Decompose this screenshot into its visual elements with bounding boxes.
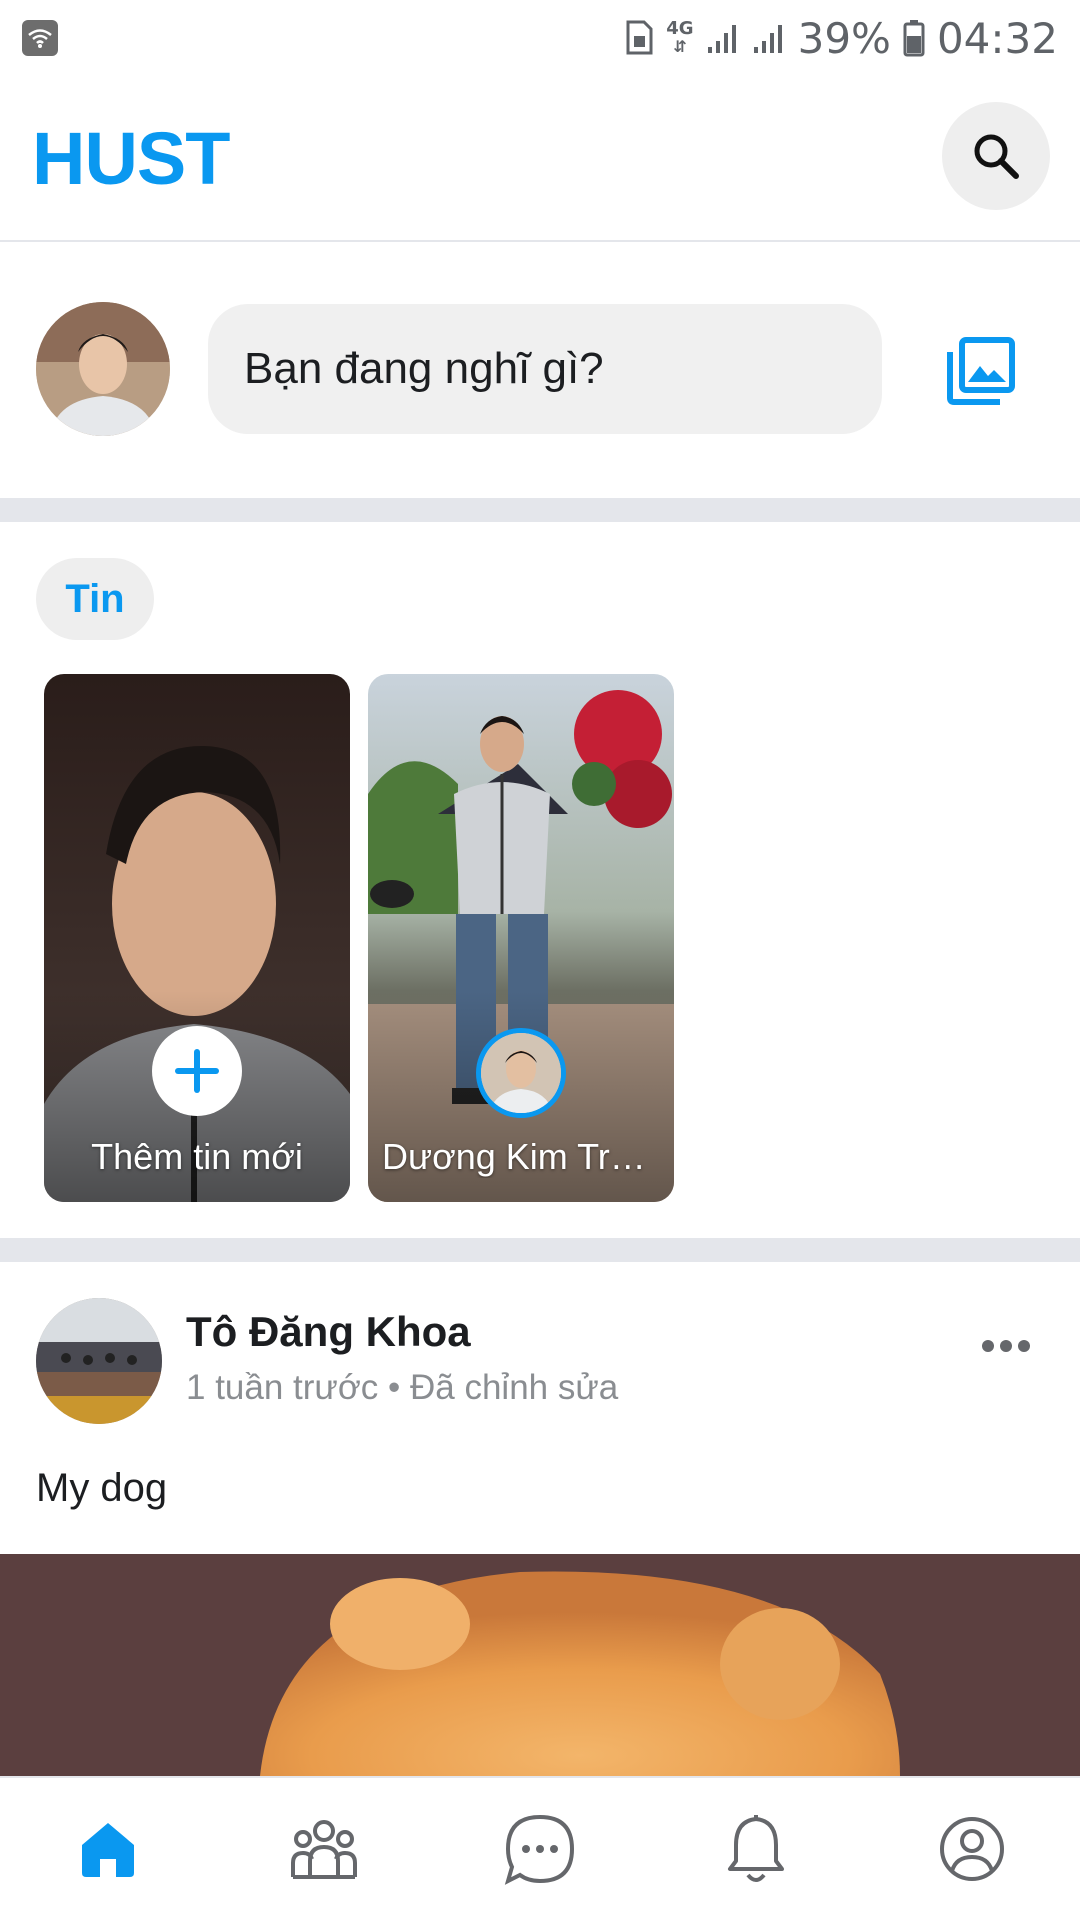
story-card-add[interactable]: Thêm tin mới: [44, 674, 350, 1202]
status-input-placeholder: Bạn đang nghĩ gì?: [244, 344, 604, 393]
nav-friends[interactable]: [216, 1778, 432, 1920]
feed-post: Tô Đăng Khoa 1 tuần trước • Đã chỉnh sửa…: [0, 1262, 1080, 1776]
network-type-label: 4G: [666, 18, 694, 39]
chat-icon: [504, 1814, 575, 1885]
more-dot: [1018, 1340, 1030, 1352]
story-label: Dương Kim Trư...: [382, 1136, 664, 1177]
more-dot: [982, 1340, 994, 1352]
plus-icon: [175, 1049, 219, 1093]
profile-icon: [940, 1817, 1004, 1881]
app-logo[interactable]: HUST: [32, 116, 230, 201]
wifi-icon: [22, 20, 58, 56]
more-dot: [1000, 1340, 1012, 1352]
section-divider: [0, 1238, 1080, 1262]
post-meta: 1 tuần trước • Đã chỉnh sửa: [186, 1368, 619, 1407]
status-bar: 4G ⇵ 39% 04:32: [0, 0, 1080, 76]
battery-icon: [903, 19, 925, 57]
clock: 04:32: [936, 13, 1058, 63]
story-author-avatar: [476, 1028, 566, 1118]
app-header: HUST: [0, 76, 1080, 242]
nav-notifications[interactable]: [648, 1778, 864, 1920]
post-author-avatar[interactable]: [36, 1298, 162, 1424]
stories-section: Tin Thêm tin mới Dương Kim Trư...: [0, 522, 1080, 1238]
nav-home[interactable]: [0, 1778, 216, 1920]
current-user-avatar[interactable]: [36, 302, 170, 436]
bell-icon: [728, 1815, 784, 1882]
post-image[interactable]: [0, 1554, 1080, 1776]
stories-tab[interactable]: Tin: [36, 558, 154, 640]
search-icon: [974, 134, 1019, 179]
section-divider: [0, 498, 1080, 522]
signal-icon-2: [752, 21, 786, 55]
post-options-button[interactable]: [982, 1340, 1030, 1352]
status-input[interactable]: Bạn đang nghĩ gì?: [208, 304, 882, 434]
story-card[interactable]: Dương Kim Trư...: [368, 674, 674, 1202]
signal-icon: [706, 21, 740, 55]
home-icon: [82, 1823, 134, 1877]
friends-icon: [291, 1820, 357, 1879]
story-image: [368, 674, 674, 1202]
add-photo-button[interactable]: [946, 336, 1016, 406]
post-text: My dog: [36, 1466, 168, 1510]
story-image: [44, 674, 350, 1202]
story-label: Thêm tin mới: [91, 1136, 303, 1177]
nav-profile[interactable]: [864, 1778, 1080, 1920]
post-composer: Bạn đang nghĩ gì?: [0, 244, 1080, 498]
search-button[interactable]: [942, 102, 1050, 210]
post-author-name[interactable]: Tô Đăng Khoa: [186, 1308, 471, 1356]
network-type-icon: 4G ⇵: [666, 18, 694, 56]
nav-messages[interactable]: [432, 1778, 648, 1920]
photo-library-icon: [947, 337, 1015, 405]
sim-card-icon: [624, 20, 654, 56]
bottom-navigation: [0, 1776, 1080, 1920]
add-story-button[interactable]: [152, 1026, 242, 1116]
battery-percent: 39%: [797, 13, 891, 63]
